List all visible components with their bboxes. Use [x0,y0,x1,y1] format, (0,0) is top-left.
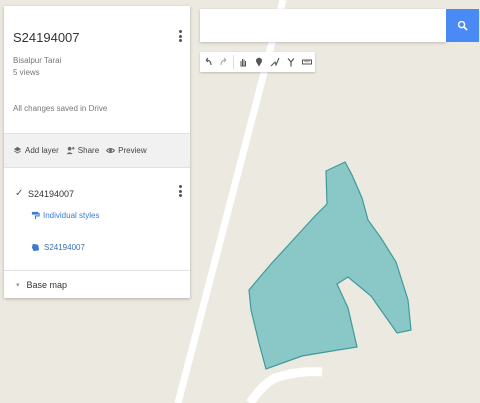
marker-icon [256,57,262,67]
add-layer-button[interactable]: Add layer [13,146,59,155]
share-button[interactable]: Share [66,146,99,155]
feature-polygon[interactable] [248,161,412,370]
preview-label: Preview [118,146,147,155]
paint-roller-icon [31,211,40,220]
ruler-icon [302,59,312,65]
base-map-label: Base map [26,280,68,290]
search-button[interactable] [446,9,479,42]
redo-button[interactable] [216,52,232,72]
add-marker-button[interactable] [251,52,267,72]
map-header: S24194007 Bisalpur Tarai 5 views All cha… [4,6,190,132]
toolbar-divider [233,55,234,69]
redo-icon [220,57,227,66]
base-map-toggle[interactable]: ▾ Base map [4,272,190,298]
polygon-icon [31,243,40,252]
search-input[interactable] [200,9,446,42]
layer-item: ✓ S24194007 Individual styles S24194007 [4,169,190,271]
map-description[interactable]: Bisalpur Tarai [13,56,61,65]
measure-button[interactable] [299,52,315,72]
layer-visibility-checkbox[interactable]: ✓ [15,188,23,199]
share-label: Share [77,146,100,155]
view-count: 5 views [13,68,40,77]
add-layer-label: Add layer [25,146,59,155]
map-panel: S24194007 Bisalpur Tarai 5 views All cha… [4,6,190,298]
layer-options-menu-icon[interactable] [175,183,185,199]
styles-label: Individual styles [43,211,100,220]
map-title[interactable]: S24194007 [13,30,80,45]
hand-icon [240,59,246,67]
map-toolbar [200,52,315,72]
route-icon [287,58,295,67]
search-icon [457,20,468,31]
layer-name[interactable]: S24194007 [28,189,74,199]
feature-name: S24194007 [44,243,85,252]
layers-icon [13,146,22,154]
actions-bar: Add layer Share Preview [4,133,190,168]
map-options-menu-icon[interactable] [175,28,185,44]
individual-styles-link[interactable]: Individual styles [31,211,99,220]
draw-line-icon [270,57,280,67]
feature-item[interactable]: S24194007 [31,243,85,252]
road [246,367,323,403]
draw-line-button[interactable] [267,52,283,72]
save-status: All changes saved in Drive [13,104,108,113]
chevron-down-icon: ▾ [16,282,20,289]
undo-icon [205,57,212,66]
add-person-icon [66,146,75,155]
add-directions-button[interactable] [283,52,299,72]
eye-icon [106,148,116,153]
select-tool-button[interactable] [235,52,251,72]
preview-button[interactable]: Preview [106,146,147,155]
undo-button[interactable] [200,52,216,72]
